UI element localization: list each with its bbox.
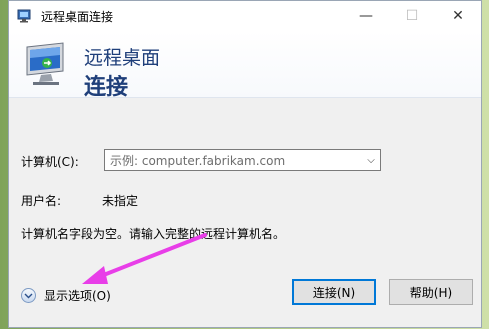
connect-button[interactable]: 连接(N) [292,279,376,305]
remote-desktop-icon [17,9,31,23]
remote-desktop-monitor-icon [26,42,64,85]
username-label: 用户名: [21,194,62,208]
computer-input[interactable]: 示例: computer.fabrikam.com [105,152,362,169]
window-title: 远程桌面连接 [41,9,114,24]
minimize-button[interactable]: — [343,1,389,31]
show-options-label[interactable]: 显示选项(O) [44,287,111,304]
computer-label: 计算机(C): [21,155,79,169]
show-options-toggle[interactable]: 显示选项(O) [21,287,111,304]
computer-combobox[interactable]: 示例: computer.fabrikam.com ⌵ [104,149,381,171]
form-area: 计算机(C): 示例: computer.fabrikam.com ⌵ 用户名:… [9,97,481,329]
title-bar[interactable]: 远程桌面连接 — ☐ ✕ [9,1,481,31]
banner-header: 远程桌面 连接 [9,31,481,100]
help-button[interactable]: 帮助(H) [389,279,473,305]
username-value: 未指定 [102,194,139,208]
chevron-down-icon[interactable]: ⌵ [362,155,380,166]
banner-title-line1: 远程桌面 [84,47,161,69]
chevron-down-circle-icon[interactable] [21,288,36,303]
maximize-button[interactable]: ☐ [389,1,435,31]
remote-desktop-window: 远程桌面连接 — ☐ ✕ 远程桌面 连接 计算机(C): 示例: compute… [8,0,482,328]
close-button[interactable]: ✕ [435,1,481,31]
window-controls: — ☐ ✕ [343,1,481,31]
status-message: 计算机名字段为空。请输入完整的远程计算机名。 [21,227,286,241]
